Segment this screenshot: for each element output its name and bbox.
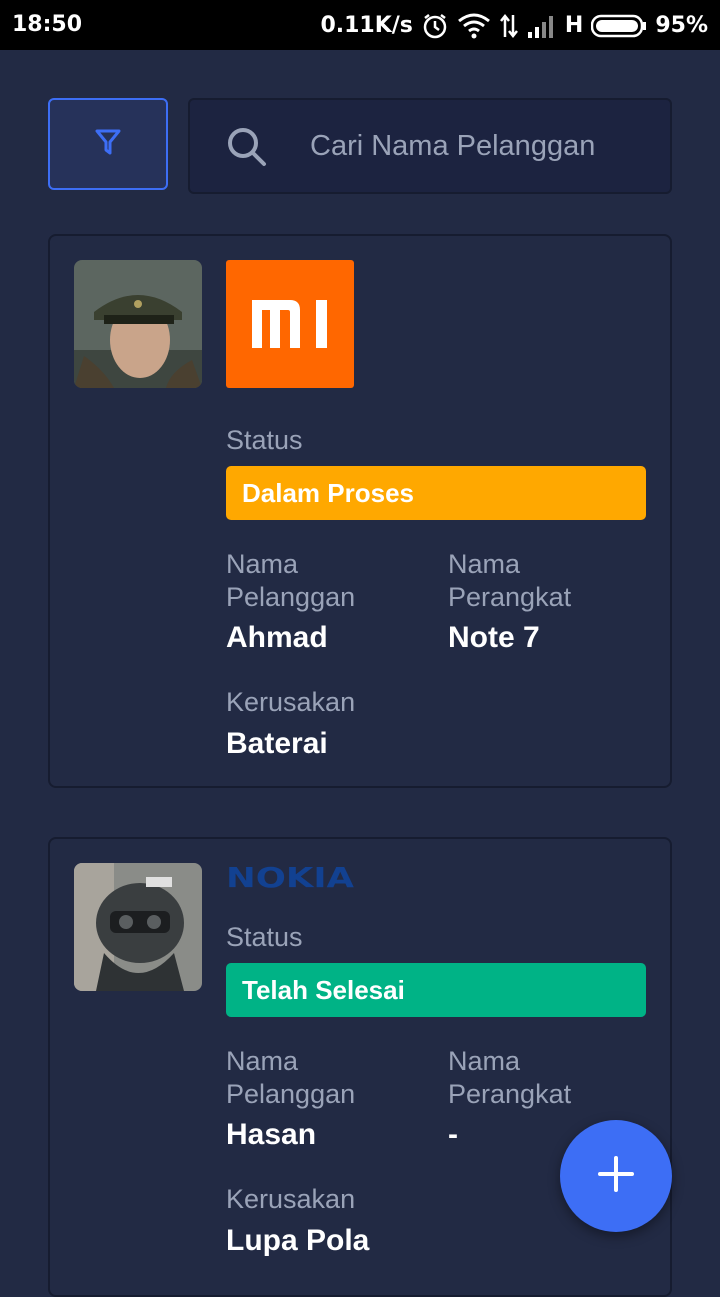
order-card[interactable]: NOKIA Status Telah Selesai Nama Pelangga… [48, 837, 672, 1297]
order-card[interactable]: Status Dalam Proses Nama Pelanggan Ahmad… [48, 234, 672, 788]
status-time: 18:50 [12, 12, 83, 37]
status-bar: 18:50 0.11K/s H 95% [0, 0, 720, 50]
status-badge: Dalam Proses [226, 466, 646, 520]
search-input[interactable] [310, 120, 650, 172]
damage-value: Lupa Pola [226, 1224, 370, 1257]
customer-name-value: Hasan [226, 1118, 317, 1151]
battery-percent: 95% [655, 13, 708, 38]
brand-logo-nokia: NOKIA [226, 861, 356, 894]
network-type: H [564, 13, 584, 38]
device-name-label: Nama Perangkat [448, 1046, 572, 1109]
damage-label: Kerusakan [226, 1184, 356, 1214]
nokia-logo-text: NOKIA [226, 863, 354, 891]
net-speed: 0.11K/s [320, 13, 413, 38]
alarm-icon [421, 12, 449, 40]
status-label: Status [226, 922, 303, 952]
avatar [74, 260, 202, 388]
avatar [74, 863, 202, 991]
battery-icon [591, 14, 647, 38]
device-name-label: Nama Perangkat [448, 549, 572, 612]
device-name-value: - [448, 1118, 458, 1151]
plus-icon [598, 1155, 634, 1197]
search-box[interactable] [188, 98, 672, 194]
signal-icon [527, 14, 557, 38]
filter-button[interactable] [48, 98, 168, 190]
damage-value: Baterai [226, 727, 328, 760]
customer-name-label: Nama Pelanggan [226, 1046, 356, 1109]
device-name-value: Note 7 [448, 621, 540, 654]
add-order-button[interactable] [560, 1120, 672, 1232]
status-badge: Telah Selesai [226, 963, 646, 1017]
search-icon [226, 126, 268, 173]
filter-icon [94, 127, 122, 162]
wifi-icon [457, 13, 491, 39]
brand-logo-mi [226, 260, 354, 388]
status-label: Status [226, 425, 303, 455]
customer-name-label: Nama Pelanggan [226, 549, 356, 612]
damage-label: Kerusakan [226, 687, 356, 717]
customer-name-value: Ahmad [226, 621, 328, 654]
data-arrows-icon [499, 13, 519, 39]
